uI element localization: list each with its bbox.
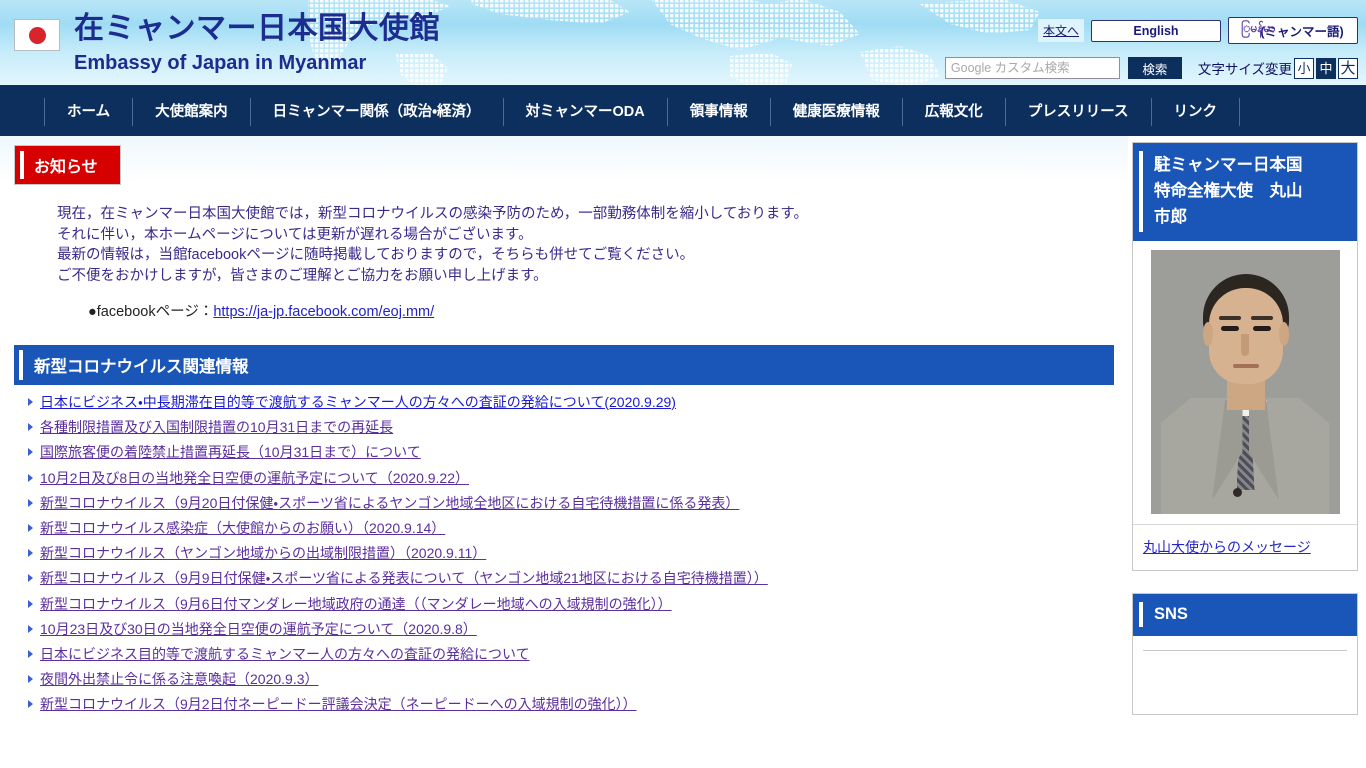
notice-line-4: ご不便をおかけしますが，皆さまのご理解とご協力をお願い申し上げます。	[57, 267, 548, 284]
arrow-bullet-icon	[28, 549, 33, 558]
ambassador-heading-line-1: 駐ミャンマー日本国	[1154, 156, 1303, 174]
list-item: 新型コロナウイルス（9月2日付ネーピードー評議会決定（ネーピードーへの入域規制の…	[28, 696, 1128, 713]
notice-line-2: それに伴い，本ホームページについては更新が遅れる場合がございます。	[57, 226, 533, 243]
font-size-large-button[interactable]: 大	[1338, 57, 1358, 79]
facebook-line: ●facebookページ：https://ja-jp.facebook.com/…	[88, 300, 1128, 321]
arrow-bullet-icon	[28, 574, 33, 583]
corona-link-list: 日本にビジネス・中長期滞在目的等で渡航するミャンマー人の方々への査証の発給につい…	[28, 394, 1128, 713]
corona-section-heading: 新型コロナウイルス関連情報	[14, 345, 1114, 385]
font-size-small-button[interactable]: 小	[1294, 57, 1314, 79]
notice-heading-badge: お知らせ	[14, 145, 121, 185]
nav-item-relations[interactable]: 日ミャンマー関係（政治・経済）	[249, 98, 503, 126]
corona-link-8[interactable]: 新型コロナウイルス（9月6日付マンダレー地域政府の通達（（マンダレー地域への入域…	[40, 596, 672, 612]
language-button-myanmar[interactable]: ြမန်မာ (ミャンマー語)	[1228, 17, 1358, 44]
ambassador-card: 駐ミャンマー日本国 特命全権大使 丸山 市郎 丸山大使からのメッセージ	[1132, 142, 1358, 571]
corona-link-12[interactable]: 新型コロナウイルス（9月2日付ネーピードー評議会決定（ネーピードーへの入域規制の…	[40, 696, 637, 712]
skip-to-content-link[interactable]: 本文へ	[1037, 19, 1084, 42]
corona-link-6[interactable]: 新型コロナウイルス（ヤンゴン地域からの出域制限措置）（2020.9.11）	[40, 545, 486, 561]
sns-card-body	[1133, 636, 1357, 714]
list-item: 日本にビジネス・中長期滞在目的等で渡航するミャンマー人の方々への査証の発給につい…	[28, 394, 1128, 411]
search-button[interactable]: 検索	[1127, 57, 1182, 79]
nav-item-health[interactable]: 健康医療情報	[769, 98, 902, 126]
list-item: 新型コロナウイルス（9月9日付保健・スポーツ省による発表について（ヤンゴン地域2…	[28, 570, 1128, 587]
japan-flag-icon	[14, 19, 60, 51]
corona-link-9[interactable]: 10月23日及び30日の当地発全日空便の運航予定について（2020.9.8）	[40, 621, 477, 637]
sns-divider	[1143, 650, 1347, 651]
corona-link-4[interactable]: 新型コロナウイルス（9月20日付保健・スポーツ省によるヤンゴン地域全地区における…	[40, 495, 739, 511]
search-input[interactable]	[944, 57, 1120, 79]
nav-item-consular[interactable]: 領事情報	[666, 98, 770, 126]
corona-link-0[interactable]: 日本にビジネス・中長期滞在目的等で渡航するミャンマー人の方々への査証の発給につい…	[40, 394, 676, 410]
ambassador-photo-wrapper	[1133, 241, 1357, 525]
facebook-label: ●facebookページ：	[88, 304, 214, 320]
arrow-bullet-icon	[28, 649, 33, 658]
font-size-medium-button[interactable]: 中	[1316, 57, 1336, 79]
main-navigation: ホーム 大使館案内 日ミャンマー関係（政治・経済） 対ミャンマーODA 領事情報…	[0, 88, 1366, 136]
notice-paragraph-block: 現在，在ミャンマー日本国大使館では，新型コロナウイルスの感染予防のため，一部勤務…	[57, 204, 1128, 286]
ambassador-message-row: 丸山大使からのメッセージ	[1133, 525, 1357, 570]
list-item: 10月23日及び30日の当地発全日空便の運航予定について（2020.9.8）	[28, 621, 1128, 638]
corona-link-11[interactable]: 夜間外出禁止令に係る注意喚起（2020.9.3）	[40, 671, 319, 687]
ambassador-heading-line-2: 特命全権大使 丸山	[1154, 182, 1303, 200]
facebook-page-link[interactable]: https://ja-jp.facebook.com/eoj.mm/	[213, 304, 434, 320]
corona-link-10[interactable]: 日本にビジネス目的等で渡航するミャンマー人の方々への査証の発給について	[40, 646, 530, 662]
list-item: 新型コロナウイルス感染症（大使館からのお願い）（2020.9.14）	[28, 520, 1128, 537]
nav-item-press[interactable]: プレスリリース	[1004, 98, 1151, 126]
ambassador-message-link[interactable]: 丸山大使からのメッセージ	[1143, 539, 1311, 555]
nav-item-oda[interactable]: 対ミャンマーODA	[502, 98, 667, 126]
sns-card: SNS	[1132, 593, 1358, 715]
notice-line-1: 現在，在ミャンマー日本国大使館では，新型コロナウイルスの感染予防のため，一部勤務…	[57, 206, 808, 222]
sns-card-heading: SNS	[1133, 594, 1357, 636]
site-header: 在ミャンマー日本国大使館 Embassy of Japan in Myanmar…	[0, 0, 1366, 88]
corona-link-5[interactable]: 新型コロナウイルス感染症（大使館からのお願い）（2020.9.14）	[40, 520, 445, 536]
nav-item-embassy[interactable]: 大使館案内	[132, 98, 250, 126]
nav-item-home[interactable]: ホーム	[44, 98, 132, 126]
ambassador-card-heading: 駐ミャンマー日本国 特命全権大使 丸山 市郎	[1133, 143, 1357, 241]
arrow-bullet-icon	[28, 498, 33, 507]
site-title-ja: 在ミャンマー日本国大使館	[74, 12, 440, 45]
ambassador-portrait-photo	[1150, 250, 1340, 514]
nav-item-links[interactable]: リンク	[1150, 98, 1241, 126]
list-item: 夜間外出禁止令に係る注意喚起（2020.9.3）	[28, 671, 1128, 688]
header-utility-bar: 本文へ English ြမန်မာ (ミャンマー語)	[1037, 17, 1358, 44]
corona-link-3[interactable]: 10月2日及び8日の当地発全日空便の運航予定について（2020.9.22）	[40, 470, 469, 486]
font-size-label: 文字サイズ変更	[1197, 62, 1292, 77]
corona-link-1[interactable]: 各種制限措置及び入国制限措置の10月31日までの再延長	[40, 419, 393, 435]
site-title-en: Embassy of Japan in Myanmar	[74, 52, 367, 74]
arrow-bullet-icon	[28, 624, 33, 633]
arrow-bullet-icon	[28, 448, 33, 457]
sidebar: 駐ミャンマー日本国 特命全権大使 丸山 市郎 丸山大使からのメッセージ SNS	[1128, 136, 1366, 765]
list-item: 国際旅客便の着陸禁止措置再延長（10月31日まで）について	[28, 444, 1128, 461]
myanmar-native-label: ြမန်မာ	[1241, 21, 1276, 35]
corona-link-2[interactable]: 国際旅客便の着陸禁止措置再延長（10月31日まで）について	[40, 444, 421, 460]
arrow-bullet-icon	[28, 473, 33, 482]
list-item: 各種制限措置及び入国制限措置の10月31日までの再延長	[28, 419, 1128, 436]
main-content: お知らせ 現在，在ミャンマー日本国大使館では，新型コロナウイルスの感染予防のため…	[0, 136, 1128, 765]
arrow-bullet-icon	[28, 700, 33, 709]
arrow-bullet-icon	[28, 398, 33, 406]
notice-heading-text: お知らせ	[34, 159, 98, 176]
arrow-bullet-icon	[28, 523, 33, 532]
header-search-area: 検索 文字サイズ変更 小 中 大	[944, 57, 1358, 79]
ambassador-heading-line-3: 市郎	[1154, 208, 1187, 226]
list-item: 日本にビジネス目的等で渡航するミャンマー人の方々への査証の発給について	[28, 646, 1128, 663]
arrow-bullet-icon	[28, 423, 33, 432]
site-brand[interactable]: 在ミャンマー日本国大使館 Embassy of Japan in Myanmar	[14, 10, 440, 73]
list-item: 新型コロナウイルス（ヤンゴン地域からの出域制限措置）（2020.9.11）	[28, 545, 1128, 562]
nav-item-culture[interactable]: 広報文化	[901, 98, 1005, 126]
list-item: 新型コロナウイルス（9月20日付保健・スポーツ省によるヤンゴン地域全地区における…	[28, 495, 1128, 512]
arrow-bullet-icon	[28, 675, 33, 684]
list-item: 10月2日及び8日の当地発全日空便の運航予定について（2020.9.22）	[28, 470, 1128, 487]
list-item: 新型コロナウイルス（9月6日付マンダレー地域政府の通達（（マンダレー地域への入域…	[28, 596, 1128, 613]
sns-heading-text: SNS	[1154, 605, 1188, 623]
arrow-bullet-icon	[28, 599, 33, 608]
corona-section-heading-text: 新型コロナウイルス関連情報	[34, 358, 249, 376]
language-button-english[interactable]: English	[1091, 19, 1221, 42]
notice-line-3: 最新の情報は，当館facebookページに随時掲載しておりますので，そちらも併せ…	[57, 247, 695, 263]
page-body: お知らせ 現在，在ミャンマー日本国大使館では，新型コロナウイルスの感染予防のため…	[0, 136, 1366, 765]
corona-link-7[interactable]: 新型コロナウイルス（9月9日付保健・スポーツ省による発表について（ヤンゴン地域2…	[40, 570, 768, 586]
